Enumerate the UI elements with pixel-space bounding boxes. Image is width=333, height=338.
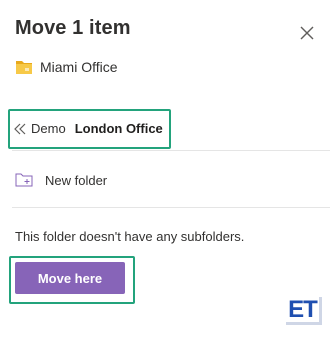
- double-chevron-left-icon[interactable]: [14, 123, 26, 135]
- breadcrumb-parent[interactable]: Demo: [31, 121, 66, 136]
- new-folder-label[interactable]: New folder: [45, 173, 107, 188]
- watermark-text: ET: [288, 295, 318, 323]
- breadcrumb[interactable]: Demo London Office: [12, 113, 167, 144]
- source-item: Miami Office: [15, 57, 118, 77]
- folder-icon: [16, 61, 32, 74]
- watermark-logo: ET: [286, 297, 322, 325]
- breadcrumb-current: London Office: [74, 121, 163, 136]
- dialog-title: Move 1 item: [15, 17, 131, 39]
- close-icon[interactable]: [298, 24, 316, 42]
- divider: [12, 207, 330, 208]
- source-folder-label: Miami Office: [40, 59, 118, 75]
- empty-folder-message: This folder doesn't have any subfolders.: [15, 229, 245, 244]
- new-folder-icon: [15, 173, 33, 187]
- move-here-button[interactable]: Move here: [15, 262, 125, 294]
- move-dialog: Move 1 item Miami Office Demo London Off…: [0, 0, 333, 338]
- divider: [12, 150, 330, 151]
- new-folder-button[interactable]: New folder: [15, 170, 107, 190]
